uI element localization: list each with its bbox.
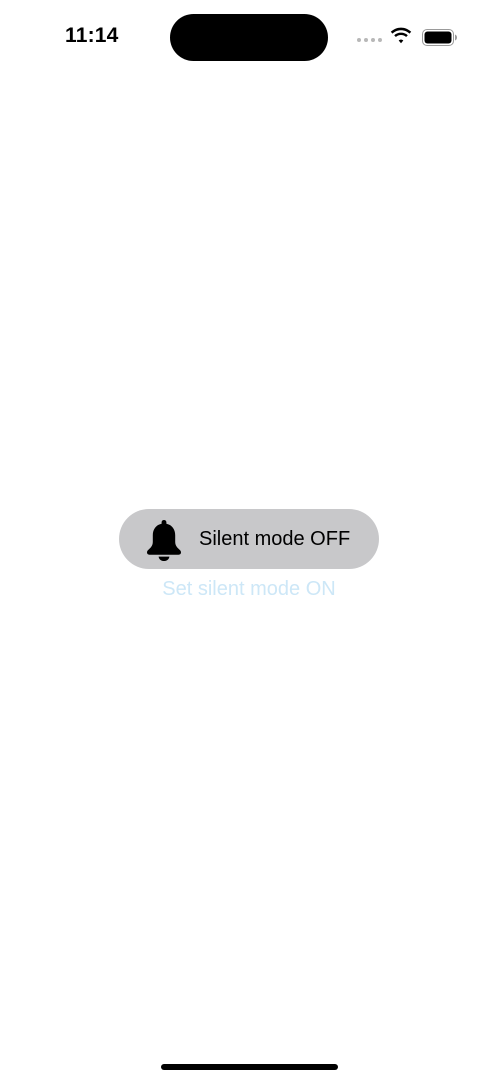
bell-icon bbox=[147, 520, 181, 561]
dynamic-island bbox=[170, 14, 328, 61]
silent-mode-toast: Silent mode OFF bbox=[119, 509, 379, 569]
home-indicator[interactable] bbox=[161, 1064, 338, 1070]
battery-icon bbox=[422, 29, 457, 46]
app-screen: 11:14 Silent mode OFF Set silent mode ON bbox=[0, 0, 498, 1080]
silent-mode-status-label: Silent mode OFF bbox=[199, 527, 351, 550]
signal-dots-icon bbox=[357, 38, 382, 42]
set-silent-mode-on-button[interactable]: Set silent mode ON bbox=[0, 578, 498, 601]
wifi-icon bbox=[390, 27, 412, 44]
status-time: 11:14 bbox=[65, 24, 119, 47]
